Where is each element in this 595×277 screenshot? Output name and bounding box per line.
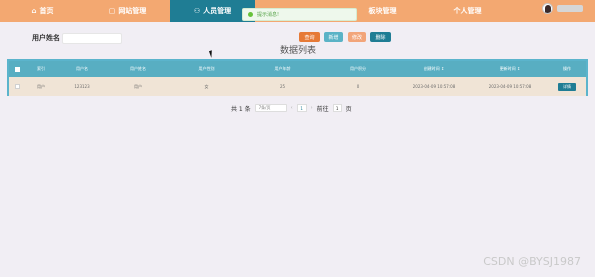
- current-page[interactable]: 1: [296, 104, 307, 112]
- cell-gender: 女: [204, 83, 209, 89]
- cell-created: 2023-04-09 10:57:08: [412, 84, 456, 89]
- next-page-button[interactable]: ›: [311, 105, 313, 111]
- table-header: 索引 用户名 用户姓名 用户性别 用户年龄 用户积分 创建时间 ↕ 更新时间 ↕…: [9, 61, 586, 77]
- goto-page-input[interactable]: 1: [332, 104, 342, 112]
- cell-age: 25: [279, 84, 286, 89]
- grid-icon: ▢: [108, 7, 116, 15]
- user-menu[interactable]: [542, 3, 583, 14]
- toast-message: 提示消息!: [242, 8, 357, 21]
- cell-realname: 用户: [134, 83, 142, 89]
- cell-points: 0: [356, 84, 360, 89]
- cell-actions: 详情: [548, 77, 586, 96]
- nav-label-blocks: 板块管理: [368, 7, 397, 15]
- toast-text: 提示消息!: [257, 12, 280, 18]
- nav-label-personal: 个人管理: [453, 7, 482, 15]
- header-updated[interactable]: 更新时间 ↕: [472, 61, 548, 77]
- pagination: 共 1 条 7条/页 ‹ 1 › 前往 1 页: [231, 103, 352, 113]
- avatar[interactable]: [542, 3, 553, 14]
- list-title: 数据列表: [279, 46, 316, 56]
- cell-index: 用户: [37, 83, 45, 89]
- search-label: 用户姓名: [32, 34, 60, 42]
- header-username: 用户名: [76, 66, 88, 71]
- table-row[interactable]: 用户 123123 用户 女 25 0 2023-04-09 10:57:08 …: [9, 77, 586, 96]
- success-icon: [248, 12, 253, 17]
- watermark: CSDN @BYSJ1987: [483, 255, 581, 268]
- nav-item-home[interactable]: ⌂ 首页: [0, 0, 85, 22]
- checkbox[interactable]: [15, 66, 20, 72]
- checkbox[interactable]: [15, 84, 20, 89]
- nav-label-home: 首页: [39, 7, 54, 15]
- header-actions: 操作: [563, 66, 571, 71]
- header-gender: 用户性别: [198, 66, 215, 71]
- header-index: 索引: [37, 66, 45, 71]
- cell-updated: 2023-04-09 10:57:08: [488, 84, 532, 89]
- header-points[interactable]: 用户积分: [320, 61, 396, 77]
- nav-item-personal[interactable]: 个人管理: [425, 0, 510, 22]
- row-checkbox[interactable]: [9, 77, 26, 96]
- header-age: 用户年龄: [274, 66, 291, 71]
- nav-label-site: 网站管理: [118, 7, 147, 15]
- header-realname: 用户姓名: [130, 66, 146, 71]
- select-all-checkbox[interactable]: [9, 61, 26, 77]
- mouse-cursor-icon: [208, 49, 218, 58]
- pager-total: 共 1 条: [231, 105, 251, 113]
- delete-button[interactable]: 删除: [370, 32, 391, 42]
- home-icon: ⌂: [31, 7, 37, 15]
- detail-button[interactable]: 详情: [558, 82, 576, 91]
- nav-item-site[interactable]: ▢ 网站管理: [85, 0, 170, 22]
- page-size-select[interactable]: 7条/页: [254, 104, 287, 112]
- user-name-placeholder: [557, 5, 583, 12]
- cell-username: 123123: [74, 84, 90, 89]
- search-button[interactable]: 查询: [299, 32, 320, 42]
- add-button[interactable]: 新增: [324, 32, 343, 42]
- person-icon: ⚇: [193, 7, 201, 15]
- goto-label: 前往: [316, 105, 329, 113]
- page-suffix: 页: [345, 105, 352, 113]
- nav-label-people: 人员管理: [203, 7, 232, 15]
- prev-page-button[interactable]: ‹: [291, 105, 293, 111]
- header-created[interactable]: 创建时间 ↕: [396, 61, 472, 77]
- data-table: 索引 用户名 用户姓名 用户性别 用户年龄 用户积分 创建时间 ↕ 更新时间 ↕…: [7, 59, 588, 96]
- search-input[interactable]: [62, 33, 122, 44]
- modify-button[interactable]: 修改: [348, 32, 366, 42]
